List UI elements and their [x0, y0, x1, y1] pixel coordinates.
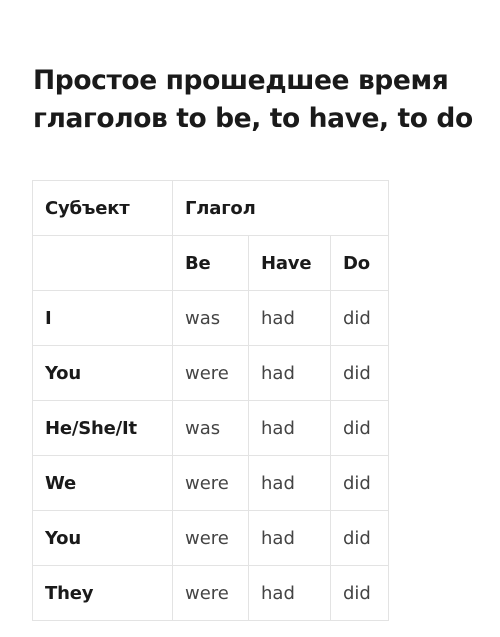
cell-be: was	[172, 290, 249, 346]
table-row: They were had did	[32, 565, 389, 621]
table-row: We were had did	[32, 455, 389, 511]
cell-have: had	[248, 565, 331, 621]
table-row: He/She/It was had did	[32, 400, 389, 456]
cell-be: were	[172, 510, 249, 566]
cell-be: was	[172, 400, 249, 456]
cell-have: had	[248, 510, 331, 566]
cell-be: were	[172, 455, 249, 511]
subheader-have: Have	[248, 235, 331, 291]
cell-subject: We	[32, 455, 173, 511]
cell-subject: He/She/It	[32, 400, 173, 456]
subheader-subject	[32, 235, 173, 291]
cell-do: did	[330, 510, 389, 566]
table-row: You were had did	[32, 345, 389, 401]
cell-do: did	[330, 455, 389, 511]
cell-do: did	[330, 345, 389, 401]
cell-subject: They	[32, 565, 173, 621]
header-verb: Глагол	[172, 180, 389, 236]
table-row: You were had did	[32, 510, 389, 566]
cell-have: had	[248, 290, 331, 346]
cell-do: did	[330, 400, 389, 456]
cell-be: were	[172, 345, 249, 401]
subheader-do: Do	[330, 235, 389, 291]
cell-have: had	[248, 345, 331, 401]
cell-do: did	[330, 565, 389, 621]
subheader-be: Be	[172, 235, 249, 291]
header-subject: Субъект	[32, 180, 173, 236]
cell-subject: I	[32, 290, 173, 346]
cell-subject: You	[32, 510, 173, 566]
table-subheader-row: Be Have Do	[32, 235, 389, 291]
table-header-row: Субъект Глагол	[32, 180, 389, 236]
cell-be: were	[172, 565, 249, 621]
cell-have: had	[248, 455, 331, 511]
cell-do: did	[330, 290, 389, 346]
cell-have: had	[248, 400, 331, 456]
cell-subject: You	[32, 345, 173, 401]
verb-conjugation-table: Субъект Глагол Be Have Do I was had did …	[32, 180, 389, 621]
table-row: I was had did	[32, 290, 389, 346]
page-title: Простое прошедшее время глаголов to be, …	[33, 65, 473, 134]
